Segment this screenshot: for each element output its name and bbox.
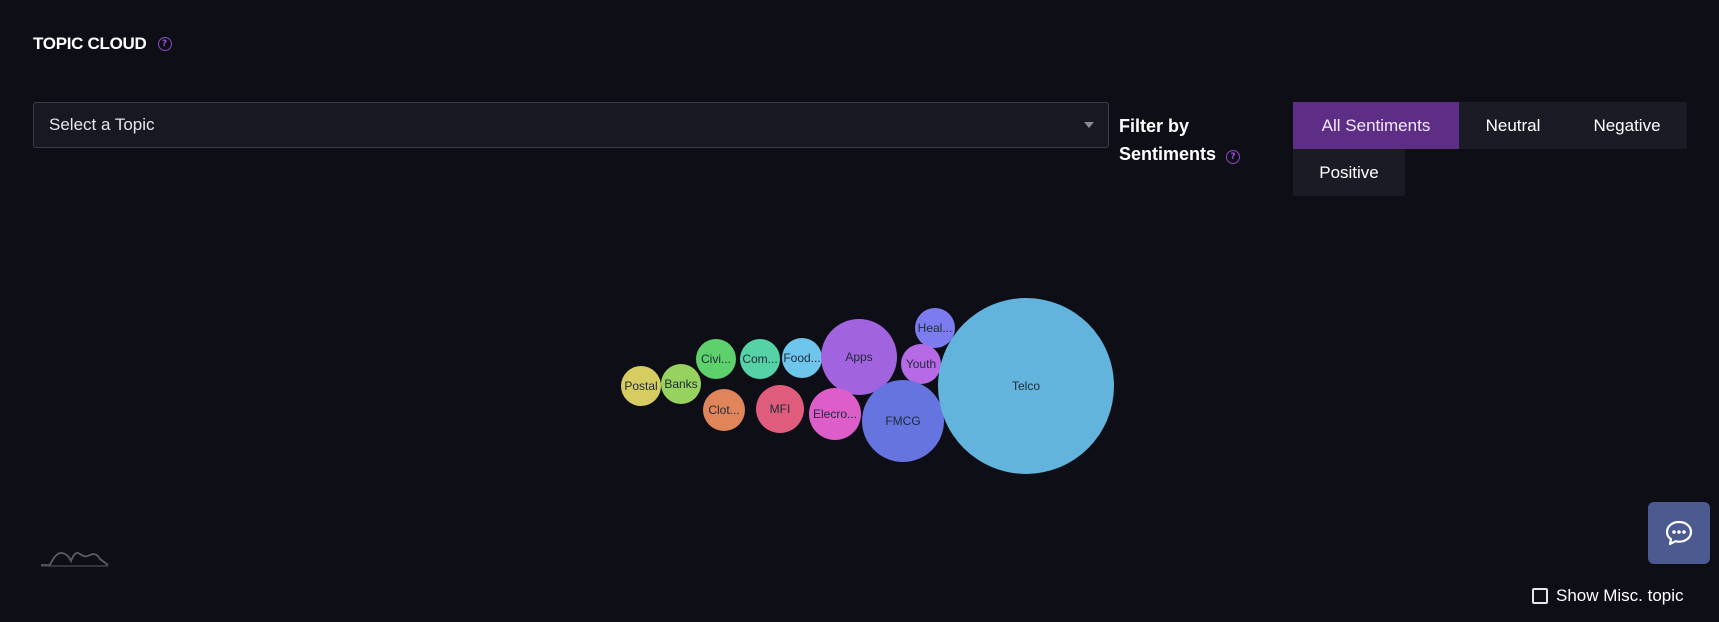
bubble-mfi[interactable]: MFI (756, 385, 804, 433)
bubble-label: Apps (845, 350, 872, 364)
bubble-label: Banks (664, 377, 697, 391)
bubble-label: Com... (742, 352, 777, 366)
bubble-banks[interactable]: Banks (661, 364, 701, 404)
bubble-food[interactable]: Food... (782, 338, 822, 378)
bubble-clot[interactable]: Clot... (703, 389, 745, 431)
chat-bubble-icon (1665, 520, 1693, 546)
show-misc-topic-toggle[interactable]: Show Misc. topic (1532, 586, 1684, 606)
bubble-youth[interactable]: Youth (901, 344, 941, 384)
bubble-label: Youth (906, 357, 936, 371)
bubble-elecro[interactable]: Elecro... (809, 388, 861, 440)
chat-button[interactable] (1648, 502, 1710, 564)
bubble-fmcg[interactable]: FMCG (862, 380, 944, 462)
show-misc-topic-label: Show Misc. topic (1556, 586, 1684, 605)
bubble-postal[interactable]: Postal (621, 366, 661, 406)
bubble-label: Telco (1012, 379, 1040, 393)
bubble-apps[interactable]: Apps (821, 319, 897, 395)
bubble-label: MFI (770, 402, 791, 416)
bubble-label: Postal (624, 379, 657, 393)
bubble-label: Elecro... (813, 407, 857, 421)
show-misc-topic-checkbox[interactable] (1532, 588, 1548, 604)
topic-bubble-cloud: Postal Banks Civi... Com... Food... Apps… (621, 298, 1114, 474)
bubble-label: FMCG (885, 414, 920, 428)
bubble-telco[interactable]: Telco (938, 298, 1114, 474)
bubble-label: Clot... (708, 403, 739, 417)
bubble-label: Food... (783, 351, 820, 365)
bubble-heal[interactable]: Heal... (915, 308, 955, 348)
bubble-civi[interactable]: Civi... (696, 339, 736, 379)
bubble-com[interactable]: Com... (740, 339, 780, 379)
bubble-label: Heal... (918, 321, 953, 335)
bubble-label: Civi... (701, 352, 731, 366)
wave-logo-icon (41, 552, 109, 567)
